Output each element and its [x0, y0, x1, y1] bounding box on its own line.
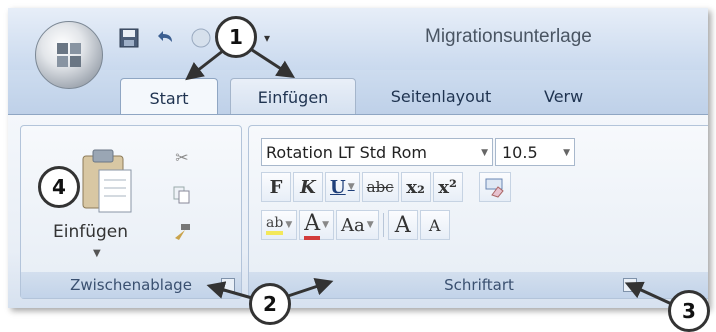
group-clipboard: Einfügen ▼ ✂ Zwischenablage — [20, 125, 242, 299]
tab-start[interactable]: Start — [120, 78, 218, 117]
callout-3: 3 — [668, 290, 710, 332]
save-icon[interactable] — [116, 25, 142, 51]
ribbon: Einfügen ▼ ✂ Zwischenablage Rotation LT … — [8, 114, 708, 308]
font-size-select[interactable]: 10.5 ▼ — [495, 138, 575, 166]
font-name-value: Rotation LT Std Rom — [266, 143, 428, 162]
format-row-1: F K U ▼ abc x₂ x² — [261, 172, 511, 202]
office-logo-icon — [57, 43, 81, 67]
font-color-label: A — [304, 211, 321, 240]
customize-arrow-icon[interactable]: ▾ — [264, 31, 270, 45]
cut-icon[interactable]: ✂ — [171, 146, 193, 168]
format-row-2: ab ▼ A ▼ Aa ▼ A A — [261, 210, 450, 240]
title-bar: ▾ Migrationsunterlage — [8, 8, 708, 70]
size-dropdown-icon[interactable]: ▼ — [563, 139, 570, 167]
subscript-button[interactable]: x₂ — [400, 172, 431, 202]
tab-seitenlayout[interactable]: Seitenlayout — [366, 78, 516, 114]
shrink-font-button[interactable]: A — [419, 210, 450, 240]
change-case-label: Aa — [341, 214, 365, 236]
italic-button[interactable]: K — [293, 172, 323, 202]
paste-icon[interactable] — [79, 146, 135, 216]
font-dropdown-icon[interactable]: ▼ — [481, 139, 488, 165]
underline-label: U — [330, 176, 346, 198]
bold-button[interactable]: F — [261, 172, 291, 202]
font-dialog-launcher-icon[interactable] — [623, 278, 637, 292]
font-name-select[interactable]: Rotation LT Std Rom ▼ — [261, 138, 493, 166]
office-button[interactable] — [35, 21, 103, 89]
highlight-label: ab — [266, 215, 284, 235]
group-label-clipboard: Zwischenablage — [21, 272, 241, 298]
tab-einfuegen[interactable]: Einfügen — [230, 78, 356, 115]
strikethrough-button[interactable]: abc — [361, 172, 399, 202]
superscript-button[interactable]: x² — [432, 172, 463, 202]
clipboard-dialog-launcher-icon[interactable] — [221, 278, 235, 292]
underline-button[interactable]: U ▼ — [325, 172, 360, 202]
word-window: ▾ Migrationsunterlage Start Einfügen Sei… — [8, 8, 708, 308]
undo-icon[interactable] — [152, 25, 178, 51]
group-label-font: Schriftart — [249, 272, 708, 298]
format-painter-icon[interactable] — [171, 222, 193, 244]
font-color-button[interactable]: A ▼ — [299, 210, 335, 240]
highlight-button[interactable]: ab ▼ — [261, 210, 298, 240]
copy-icon[interactable] — [171, 184, 193, 206]
grow-font-button[interactable]: A — [387, 210, 418, 240]
ribbon-tabs: Start Einfügen Seitenlayout Verw — [8, 70, 708, 117]
paste-dropdown-icon[interactable]: ▼ — [93, 248, 101, 259]
font-size-value: 10.5 — [502, 143, 538, 162]
clear-formatting-icon[interactable] — [478, 172, 511, 202]
callout-2: 2 — [249, 283, 291, 325]
tab-verweise[interactable]: Verw — [524, 78, 624, 114]
window-title: Migrationsunterlage — [425, 26, 592, 47]
separator — [382, 213, 384, 237]
callout-4: 4 — [38, 166, 80, 208]
paste-button-label[interactable]: Einfügen — [53, 222, 128, 242]
callout-1: 1 — [215, 16, 257, 58]
group-font: Rotation LT Std Rom ▼ 10.5 ▼ F K U ▼ abc … — [248, 125, 708, 299]
change-case-button[interactable]: Aa ▼ — [336, 210, 379, 240]
redo-icon[interactable] — [188, 25, 214, 51]
